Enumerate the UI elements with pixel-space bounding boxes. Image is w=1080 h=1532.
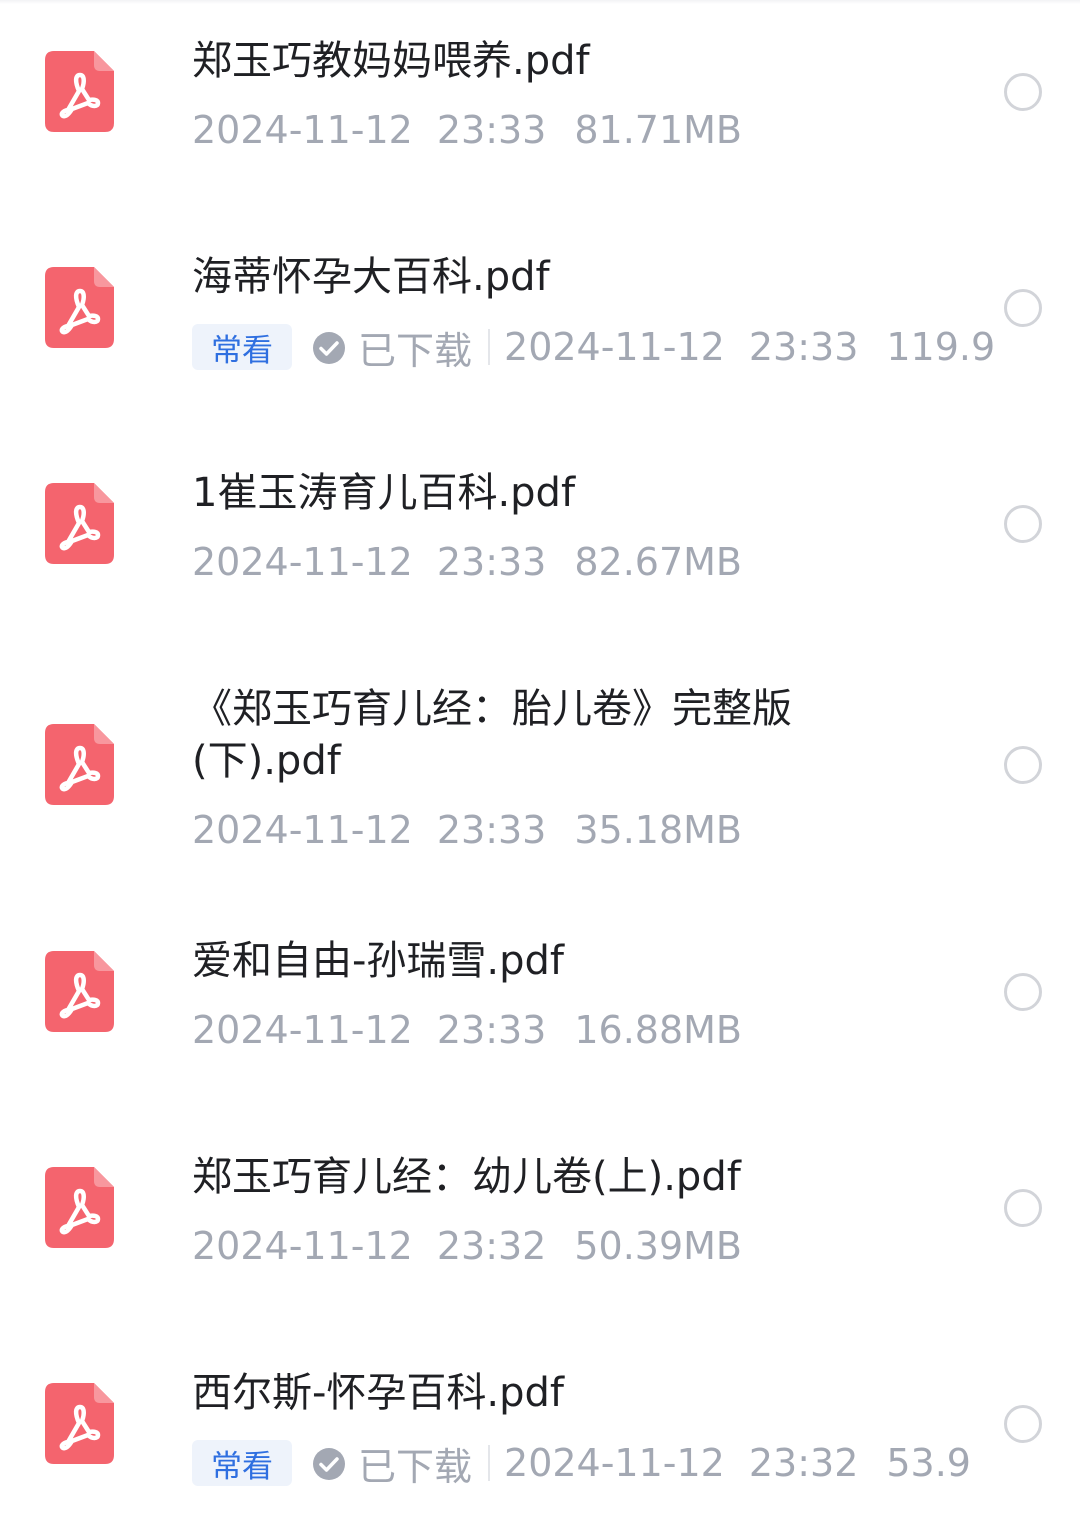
- file-time: 23:32: [436, 1224, 547, 1268]
- download-status: 已下载: [358, 1444, 473, 1489]
- file-meta: 2024-11-12 23:33 16.88MB: [192, 1005, 742, 1055]
- select-radio[interactable]: [1004, 1405, 1042, 1443]
- pdf-file-icon: [45, 483, 114, 564]
- check-circle-icon: [312, 330, 346, 364]
- file-name: 郑玉巧教妈妈喂养.pdf: [192, 38, 590, 84]
- frequent-badge: 常看: [192, 324, 292, 370]
- file-meta: 常看 已下载 2024-11-12 23:33 119.9: [192, 322, 996, 373]
- file-date: 2024-11-12: [192, 1224, 413, 1268]
- select-radio[interactable]: [1004, 73, 1042, 111]
- file-size: 119.9: [886, 325, 996, 369]
- file-meta: 2024-11-12 23:33 82.67MB: [192, 537, 742, 587]
- file-date: 2024-11-12: [192, 108, 413, 152]
- file-time: 23:33: [436, 108, 547, 152]
- file-time: 23:33: [748, 325, 859, 369]
- file-time: 23:33: [436, 1008, 547, 1052]
- pdf-file-icon: [45, 267, 114, 348]
- file-time: 23:33: [436, 540, 547, 584]
- file-name: 海蒂怀孕大百科.pdf: [192, 254, 550, 300]
- pdf-file-icon: [45, 51, 114, 132]
- select-radio[interactable]: [1004, 973, 1042, 1011]
- file-name: 1崔玉涛育儿百科.pdf: [192, 470, 576, 516]
- file-date: 2024-11-12: [192, 808, 413, 852]
- file-time: 23:32: [748, 1441, 859, 1485]
- pdf-file-icon: [45, 1383, 114, 1464]
- file-date: 2024-11-12: [192, 1008, 413, 1052]
- file-time: 23:33: [436, 808, 547, 852]
- file-name-line2: (下).pdf: [192, 738, 341, 784]
- file-size: 16.88MB: [574, 1008, 743, 1052]
- download-status: 已下载: [358, 328, 473, 373]
- file-name-line1: 《郑玉巧育儿经：胎儿卷》完整版: [192, 686, 792, 732]
- file-meta: 2024-11-12 23:33 81.71MB: [192, 105, 742, 155]
- select-radio[interactable]: [1004, 289, 1042, 327]
- select-radio[interactable]: [1004, 505, 1042, 543]
- file-size: 82.67MB: [574, 540, 743, 584]
- file-size: 35.18MB: [574, 808, 743, 852]
- file-meta: 常看 已下载 2024-11-12 23:32 53.9: [192, 1438, 971, 1489]
- file-size: 81.71MB: [574, 108, 743, 152]
- file-name: 西尔斯-怀孕百科.pdf: [192, 1370, 565, 1416]
- file-date: 2024-11-12: [504, 325, 725, 369]
- file-size: 50.39MB: [574, 1224, 743, 1268]
- meta-divider: [488, 329, 491, 365]
- file-size: 53.9: [886, 1441, 971, 1485]
- frequent-badge: 常看: [192, 1440, 292, 1486]
- pdf-file-icon: [45, 951, 114, 1032]
- file-meta: 2024-11-12 23:32 50.39MB: [192, 1221, 742, 1271]
- file-name: 爱和自由-孙瑞雪.pdf: [192, 938, 565, 984]
- select-radio[interactable]: [1004, 1189, 1042, 1227]
- pdf-file-icon: [45, 724, 114, 805]
- file-date: 2024-11-12: [192, 540, 413, 584]
- file-name: 郑玉巧育儿经：幼儿卷(上).pdf: [192, 1154, 741, 1200]
- pdf-file-icon: [45, 1167, 114, 1248]
- meta-divider: [488, 1445, 491, 1481]
- top-divider: [0, 0, 1080, 4]
- file-meta: 2024-11-12 23:33 35.18MB: [192, 805, 742, 855]
- file-date: 2024-11-12: [504, 1441, 725, 1485]
- check-circle-icon: [312, 1446, 346, 1480]
- select-radio[interactable]: [1004, 746, 1042, 784]
